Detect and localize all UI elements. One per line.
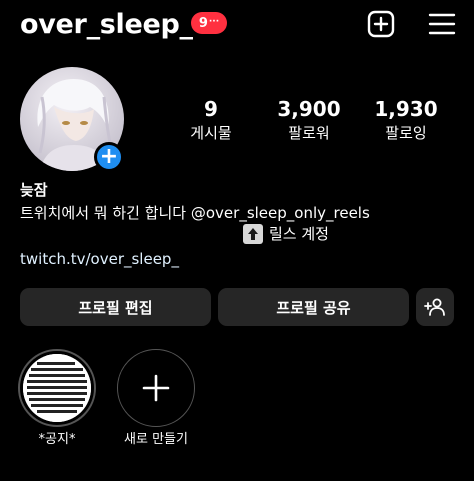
posts-count: 9 [204, 97, 218, 121]
edit-profile-button[interactable]: 프로필 편집 [20, 288, 211, 326]
following-label: 팔로잉 [385, 124, 427, 142]
profile-link[interactable]: twitch.tv/over_sleep_ [20, 249, 179, 269]
bio-line: 릴스 계정 [243, 224, 329, 244]
followers-stat[interactable]: 3,900 팔로워 [264, 97, 354, 144]
highlight-label: 새로 만들기 [124, 432, 188, 447]
notification-more: ··· [208, 16, 220, 27]
highlight-label: *공지* [38, 432, 76, 447]
plus-icon [142, 374, 170, 402]
plus-icon: + [99, 144, 119, 169]
add-story-button[interactable]: + [94, 142, 124, 172]
notification-count: 9 [198, 15, 208, 31]
following-count: 1,930 [374, 97, 438, 121]
add-person-icon [424, 298, 445, 316]
hamburger-menu-icon[interactable] [428, 12, 456, 36]
share-profile-button[interactable]: 프로필 공유 [218, 288, 409, 326]
up-arrow-icon [243, 224, 263, 244]
notice-highlight-cover [23, 354, 91, 422]
new-highlight-button[interactable] [117, 349, 195, 427]
profile-name: 늦잠 [20, 181, 48, 199]
following-stat[interactable]: 1,930 팔로잉 [361, 97, 451, 144]
notification-badge[interactable]: 9 ··· [191, 12, 227, 34]
profile-username[interactable]: over_sleep_ [20, 8, 193, 42]
followers-label: 팔로워 [288, 124, 330, 142]
bio-reels-text: 릴스 계정 [269, 225, 329, 243]
bio-line: 트위치에서 뭐 하긴 합니다 @over_sleep_only_reels [20, 204, 370, 222]
discover-people-button[interactable] [416, 288, 454, 326]
plus-square-icon[interactable] [367, 10, 395, 38]
posts-stat[interactable]: 9 게시물 [166, 97, 256, 144]
followers-count: 3,900 [277, 97, 341, 121]
highlight-notice[interactable] [18, 349, 96, 427]
posts-label: 게시물 [190, 124, 232, 142]
